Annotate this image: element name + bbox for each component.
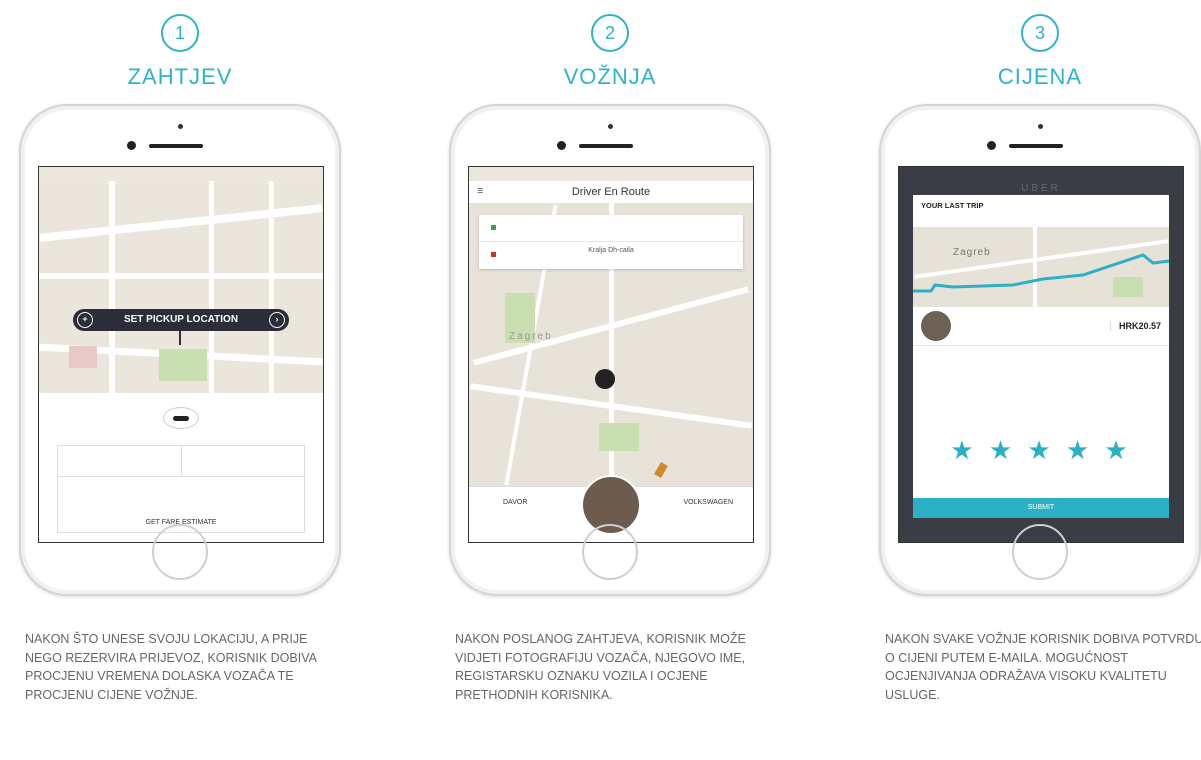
screen-ride: ≡ Driver En Route Kralja Dh-caila Zagreb [468,166,754,543]
driver-name: DAVOR [503,499,528,506]
caption-zahtjev: NAKON ŠTO UNESE SVOJU LOKACIJU, A PRIJE … [25,632,317,702]
step-number-3: 3 [1021,14,1059,52]
pickup-pin-icon [179,331,181,345]
map-view[interactable]: Kralja Dh-caila Zagreb [469,203,753,487]
pickup-dot-icon [491,225,496,230]
fare-info-box: GET FARE ESTIMATE [57,445,305,533]
step-number-1: 1 [161,14,199,52]
step-title-cijena: CIJENA [997,64,1083,89]
fare-price: HRK20.57 [1109,321,1161,331]
header-title: Driver En Route [571,186,651,198]
caption-voznja: NAKON POSLANOG ZAHTJEVA, KORISNIK MOŽE V… [455,632,746,702]
chevron-right-icon: › [269,312,285,328]
app-header: ≡ Driver En Route [469,181,753,204]
trip-route-line [913,253,1169,293]
status-bar [899,167,1183,181]
sensor-dot [1038,124,1043,129]
home-button [152,524,208,580]
phone-mockup-2: ≡ Driver En Route Kralja Dh-caila Zagreb [449,104,771,596]
home-button [582,524,638,580]
home-button [1012,524,1068,580]
step-title-zahtjev: ZAHTJEV [127,64,233,89]
driver-avatar [921,311,951,341]
step-title-voznja: VOŽNJA [563,64,657,89]
route-card: Kralja Dh-caila [479,215,743,269]
camera-icon [557,141,566,150]
phone-mockup-1: + SET PICKUP LOCATION › GET FARE ESTIMAT… [19,104,341,596]
screen-receipt: UBER YOUR LAST TRIP Zagreb HRK20.57 ★ ★ … [898,166,1184,543]
sensor-dot [608,124,613,129]
rating-stars[interactable]: ★ ★ ★ ★ ★ [913,435,1169,466]
step-cijena: 3 CIJENA UBER YOUR LAST TRIP Zagreb HRK2… [875,0,1201,760]
vehicle-name: VOLKSWAGEN [683,499,733,506]
submit-button[interactable]: SUBMIT [913,498,1169,518]
step-voznja: 2 VOŽNJA ≡ Driver En Route Kralja Dh-cai… [445,0,775,760]
map-city-label: Zagreb [509,331,553,342]
menu-icon[interactable]: ≡ [477,185,483,197]
caption-cijena: NAKON SVAKE VOŽNJE KORISNIK DOBIVA POTVR… [885,632,1201,702]
destination-field[interactable]: Kralja Dh-caila [479,247,743,254]
car-marker-icon [654,461,668,479]
car-option-icon[interactable] [163,407,199,429]
status-bar [469,167,753,181]
sensor-dot [178,124,183,129]
phone-mockup-3: UBER YOUR LAST TRIP Zagreb HRK20.57 ★ ★ … [879,104,1201,596]
trip-title: YOUR LAST TRIP [921,201,984,210]
step-zahtjev: 1 ZAHTJEV + SET PICKUP LOCATION › GET FA… [15,0,345,760]
trip-map: Zagreb [913,227,1169,307]
step-number-2: 2 [591,14,629,52]
set-pickup-location-button[interactable]: + SET PICKUP LOCATION › [73,309,289,331]
driver-location-icon [595,369,615,389]
map-view[interactable]: + SET PICKUP LOCATION › [39,181,323,393]
camera-icon [127,141,136,150]
speaker-slot [149,144,203,148]
ride-options-panel: GET FARE ESTIMATE [39,393,323,542]
camera-icon [987,141,996,150]
speaker-slot [579,144,633,148]
speaker-slot [1009,144,1063,148]
pickup-label: SET PICKUP LOCATION [123,314,239,325]
plus-icon: + [77,312,93,328]
status-bar [39,167,323,181]
receipt-card: YOUR LAST TRIP Zagreb HRK20.57 ★ ★ ★ ★ ★… [913,195,1169,518]
brand-header: UBER [1021,183,1061,194]
screen-request: + SET PICKUP LOCATION › GET FARE ESTIMAT… [38,166,324,543]
